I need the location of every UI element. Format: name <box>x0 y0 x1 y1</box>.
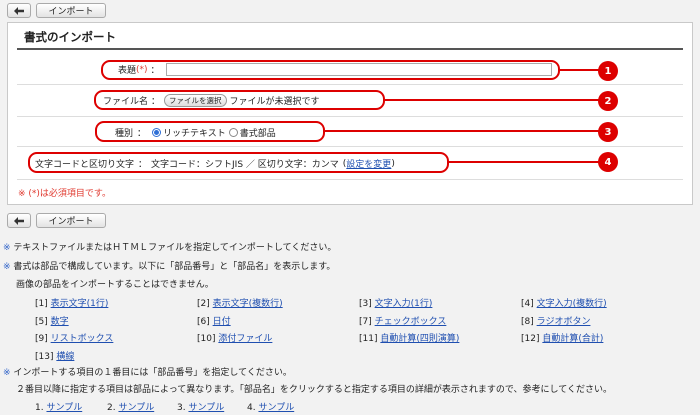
note-text: 書式は部品で構成しています。以下に「部品番号」と「部品名」を表示します。 <box>13 262 336 272</box>
part-item-13: [13] 横線 <box>35 349 74 362</box>
part-link[interactable]: ラジオボタン <box>537 317 591 327</box>
part-item-11: [11] 自動計算(四則演算) <box>359 331 459 344</box>
sample-link[interactable]: サンプル <box>258 403 294 413</box>
part-item-8: [8] ラジオボタン <box>521 314 590 327</box>
callout-oval-4 <box>28 152 449 173</box>
part-link[interactable]: 横線 <box>56 352 74 362</box>
part-number: [7] <box>359 317 372 327</box>
part-link[interactable]: 日付 <box>213 317 231 327</box>
callout-badge-3: 3 <box>598 122 618 142</box>
sample-number: 2. <box>107 403 116 413</box>
part-link[interactable]: 添付ファイル <box>218 334 272 344</box>
part-link[interactable]: リストボックス <box>51 334 114 344</box>
note-text: テキストファイルまたはＨＴＭＬファイルを指定してインポートしてください。 <box>13 243 337 253</box>
part-link[interactable]: チェックボックス <box>375 317 447 327</box>
part-number: [12] <box>521 334 540 344</box>
sample-link[interactable]: サンプル <box>118 403 154 413</box>
part-item-7: [7] チェックボックス <box>359 314 446 327</box>
part-link[interactable]: 文字入力(1行) <box>375 299 433 309</box>
part-link[interactable]: 表示文字(複数行) <box>213 299 283 309</box>
part-number: [4] <box>521 299 534 309</box>
sample-number: 3. <box>177 403 186 413</box>
sample-item-3: 3. サンプル <box>177 400 224 413</box>
part-number: [11] <box>359 334 378 344</box>
callout-line-3 <box>325 130 602 132</box>
callout-badge-2: 2 <box>598 91 618 111</box>
sample-item-1: 1. サンプル <box>35 400 82 413</box>
callout-line-1 <box>560 69 602 71</box>
note-mark: ※ <box>3 368 11 378</box>
part-item-3: [3] 文字入力(1行) <box>359 296 432 309</box>
note-line-1: ※ テキストファイルまたはＨＴＭＬファイルを指定してインポートしてください。 <box>3 240 336 253</box>
note-line-2b: 画像の部品をインポートすることはできません。 <box>16 280 214 290</box>
callout-badge-1: 1 <box>598 61 618 81</box>
part-item-5: [5] 数字 <box>35 314 69 327</box>
part-link[interactable]: 表示文字(1行) <box>51 299 109 309</box>
callout-oval-2 <box>94 90 385 110</box>
row-divider <box>17 146 683 147</box>
row-divider <box>17 116 683 117</box>
part-item-10: [10] 添付ファイル <box>197 331 272 344</box>
sample-link[interactable]: サンプル <box>188 403 224 413</box>
callout-oval-1 <box>101 60 560 80</box>
part-number: [8] <box>521 317 534 327</box>
part-number: [9] <box>35 334 48 344</box>
required-note: ※ (*)は必須項目です。 <box>18 189 112 199</box>
callout-line-2 <box>385 99 602 101</box>
part-number: [10] <box>197 334 216 344</box>
note-line-3b: ２番目以降に指定する項目は部品によって異なります。「部品名」をクリックすると指定… <box>16 385 612 395</box>
part-number: [6] <box>197 317 210 327</box>
part-item-6: [6] 日付 <box>197 314 231 327</box>
part-link[interactable]: 自動計算(四則演算) <box>380 334 459 344</box>
row-divider <box>17 179 683 180</box>
callout-oval-3 <box>95 121 325 142</box>
back-button-bottom[interactable] <box>7 213 31 228</box>
note-line-2: ※ 書式は部品で構成しています。以下に「部品番号」と「部品名」を表示します。 <box>3 259 335 272</box>
sample-item-2: 2. サンプル <box>107 400 154 413</box>
part-link[interactable]: 文字入力(複数行) <box>537 299 607 309</box>
page-title: 書式のインポート <box>24 30 116 44</box>
sample-item-4: 4. サンプル <box>247 400 294 413</box>
part-item-1: [1] 表示文字(1行) <box>35 296 108 309</box>
note-mark: ※ <box>3 243 11 253</box>
back-button[interactable] <box>7 3 31 18</box>
part-number: [3] <box>359 299 372 309</box>
import-button[interactable]: インポート <box>36 3 106 18</box>
back-arrow-icon <box>14 216 24 225</box>
part-item-4: [4] 文字入力(複数行) <box>521 296 607 309</box>
note-line-3: ※ インポートする項目の１番目には「部品番号」を指定してください。 <box>3 365 292 378</box>
part-number: [1] <box>35 299 48 309</box>
sample-link[interactable]: サンプル <box>46 403 82 413</box>
title-divider <box>17 48 683 50</box>
note-text: インポートする項目の１番目には「部品番号」を指定してください。 <box>13 368 292 378</box>
part-item-2: [2] 表示文字(複数行) <box>197 296 283 309</box>
import-button-bottom[interactable]: インポート <box>36 213 106 228</box>
part-link[interactable]: 自動計算(合計) <box>542 334 603 344</box>
part-number: [5] <box>35 317 48 327</box>
import-panel: 書式のインポート 表題 (*) ： ファイル名 ： ファイルを選択 ファイルが未… <box>7 22 693 205</box>
part-link[interactable]: 数字 <box>51 317 69 327</box>
part-item-9: [9] リストボックス <box>35 331 113 344</box>
sample-number: 1. <box>35 403 44 413</box>
part-number: [2] <box>197 299 210 309</box>
note-mark: ※ <box>3 262 11 272</box>
sample-number: 4. <box>247 403 256 413</box>
callout-badge-4: 4 <box>598 152 618 172</box>
callout-line-4 <box>449 161 602 163</box>
part-number: [13] <box>35 352 54 362</box>
row-divider <box>17 84 683 85</box>
part-item-12: [12] 自動計算(合計) <box>521 331 603 344</box>
back-arrow-icon <box>14 6 24 15</box>
